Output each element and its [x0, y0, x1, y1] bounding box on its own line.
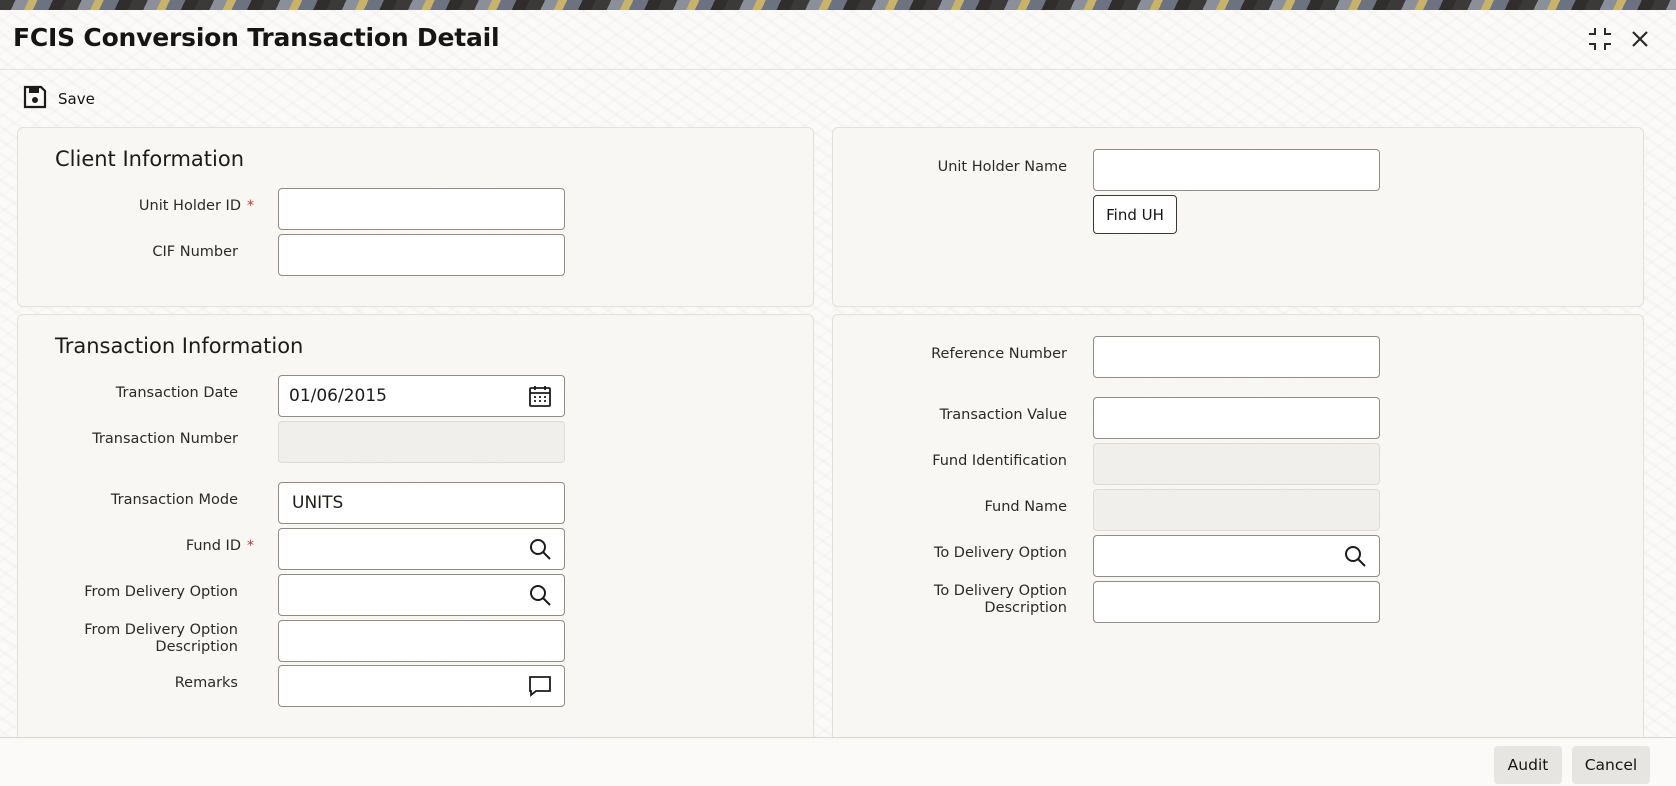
- page-title: FCIS Conversion Transaction Detail: [13, 23, 500, 52]
- client-info-title: Client Information: [55, 147, 245, 171]
- from-delivery-option-input[interactable]: [278, 574, 565, 616]
- transaction-date-input[interactable]: 01/06/2015: [278, 375, 565, 417]
- from-delivery-option-label: From Delivery Option: [84, 584, 238, 600]
- dialog-window: FCIS Conversion Transaction Detail Save …: [0, 10, 1676, 786]
- to-delivery-option-description-label: To Delivery Option Description: [933, 583, 1067, 616]
- unit-holder-name-label: Unit Holder Name: [937, 159, 1067, 175]
- unit-holder-name-input[interactable]: [1093, 149, 1380, 191]
- remarks-label: Remarks: [174, 675, 238, 691]
- from-delivery-option-description-label: From Delivery Option Description: [84, 622, 238, 655]
- transaction-mode-input[interactable]: UNITS: [278, 482, 565, 524]
- fund-identification-input: [1093, 443, 1380, 485]
- maximize-icon[interactable]: [1585, 24, 1615, 54]
- unit-holder-id-input[interactable]: [278, 188, 565, 230]
- fund-id-label: Fund ID *: [185, 538, 254, 554]
- dialog-footer: Audit Cancel: [0, 737, 1676, 786]
- comment-icon[interactable]: [526, 672, 554, 700]
- from-delivery-option-description-input[interactable]: [278, 620, 565, 662]
- cancel-button[interactable]: Cancel: [1572, 746, 1650, 784]
- cif-number-label: CIF Number: [152, 244, 238, 260]
- transaction-value-label: Transaction Value: [939, 407, 1067, 423]
- transaction-date-label: Transaction Date: [115, 385, 238, 401]
- reference-number-label: Reference Number: [931, 346, 1067, 362]
- unit-holder-id-label: Unit Holder ID *: [138, 198, 254, 214]
- transaction-info-left-panel: Transaction Information Transaction Date…: [17, 314, 814, 754]
- header-banner-strip: [0, 0, 1676, 10]
- cif-number-input[interactable]: [278, 234, 565, 276]
- transaction-info-title: Transaction Information: [55, 334, 304, 358]
- transaction-number-input: [278, 421, 565, 463]
- save-button[interactable]: Save: [22, 84, 95, 114]
- transaction-number-label: Transaction Number: [92, 431, 238, 447]
- client-info-right-panel: Unit Holder Name Find UH: [832, 127, 1644, 307]
- fund-id-input[interactable]: [278, 528, 565, 570]
- remarks-input[interactable]: [278, 665, 565, 707]
- to-delivery-option-description-input[interactable]: [1093, 581, 1380, 623]
- close-icon[interactable]: [1625, 24, 1655, 54]
- reference-number-input[interactable]: [1093, 336, 1380, 378]
- fund-name-input: [1093, 489, 1380, 531]
- to-delivery-option-input[interactable]: [1093, 535, 1380, 577]
- search-icon[interactable]: [526, 581, 554, 609]
- search-icon[interactable]: [1341, 542, 1369, 570]
- fund-identification-label: Fund Identification: [932, 453, 1067, 469]
- audit-button[interactable]: Audit: [1494, 746, 1562, 784]
- to-delivery-option-label: To Delivery Option: [933, 545, 1067, 561]
- calendar-icon[interactable]: [526, 382, 554, 410]
- client-info-left-panel: Client Information Unit Holder ID * CIF N…: [17, 127, 814, 307]
- save-label: Save: [58, 90, 95, 108]
- required-marker: *: [247, 198, 254, 214]
- transaction-mode-label: Transaction Mode: [110, 492, 238, 508]
- required-marker: *: [247, 538, 254, 554]
- floppy-disk-icon: [22, 84, 48, 114]
- title-bar: FCIS Conversion Transaction Detail: [0, 10, 1676, 70]
- fund-name-label: Fund Name: [984, 499, 1067, 515]
- transaction-info-right-panel: Reference Number Transaction Value Fund …: [832, 314, 1644, 754]
- transaction-value-input[interactable]: [1093, 397, 1380, 439]
- find-uh-button[interactable]: Find UH: [1093, 195, 1177, 234]
- search-icon[interactable]: [526, 535, 554, 563]
